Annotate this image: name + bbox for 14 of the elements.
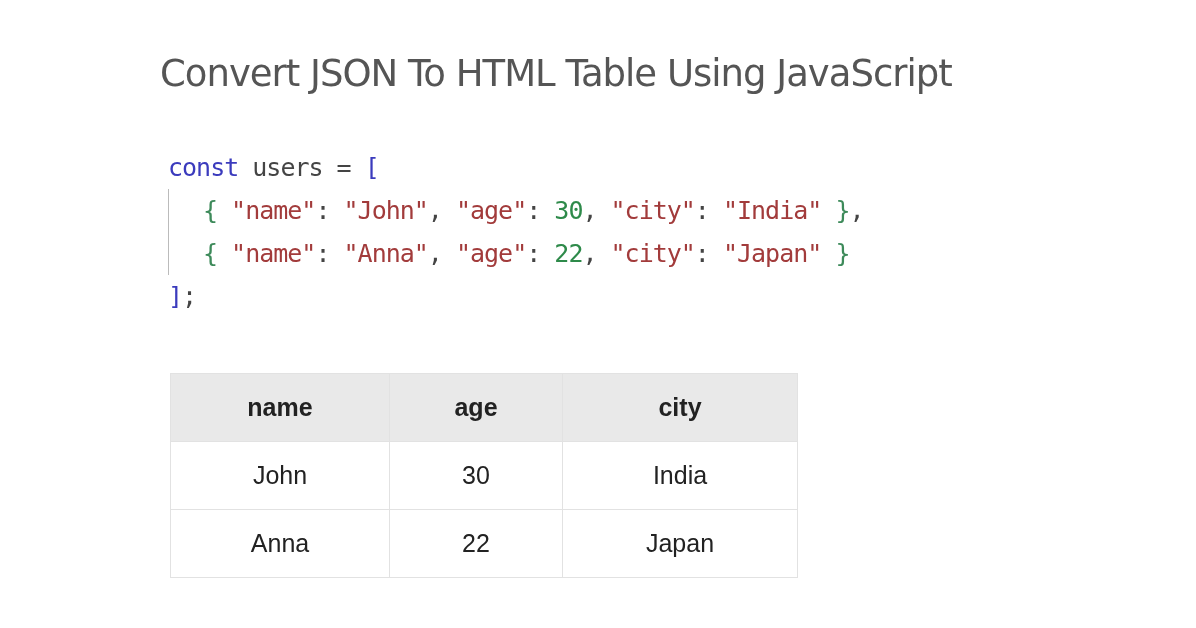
- table-cell: Japan: [562, 509, 798, 578]
- table-cell: 30: [389, 441, 563, 510]
- table-cell: John: [170, 441, 390, 510]
- code-line: { "name": "Anna", "age": 22, "city": "Japan" }: [168, 232, 850, 276]
- table-cell: India: [562, 441, 798, 510]
- column-header: name: [170, 373, 390, 442]
- table-cell: 22: [389, 509, 563, 578]
- page-title: Convert JSON To HTML Table Using JavaScript: [160, 52, 953, 97]
- code-line: { "name": "John", "age": 30, "city": "India" },: [168, 189, 864, 233]
- column-header: age: [389, 373, 563, 442]
- code-line: ];: [168, 281, 197, 314]
- column-header: city: [562, 373, 798, 442]
- table-cell: Anna: [170, 509, 390, 578]
- code-line: const users = [: [168, 152, 379, 185]
